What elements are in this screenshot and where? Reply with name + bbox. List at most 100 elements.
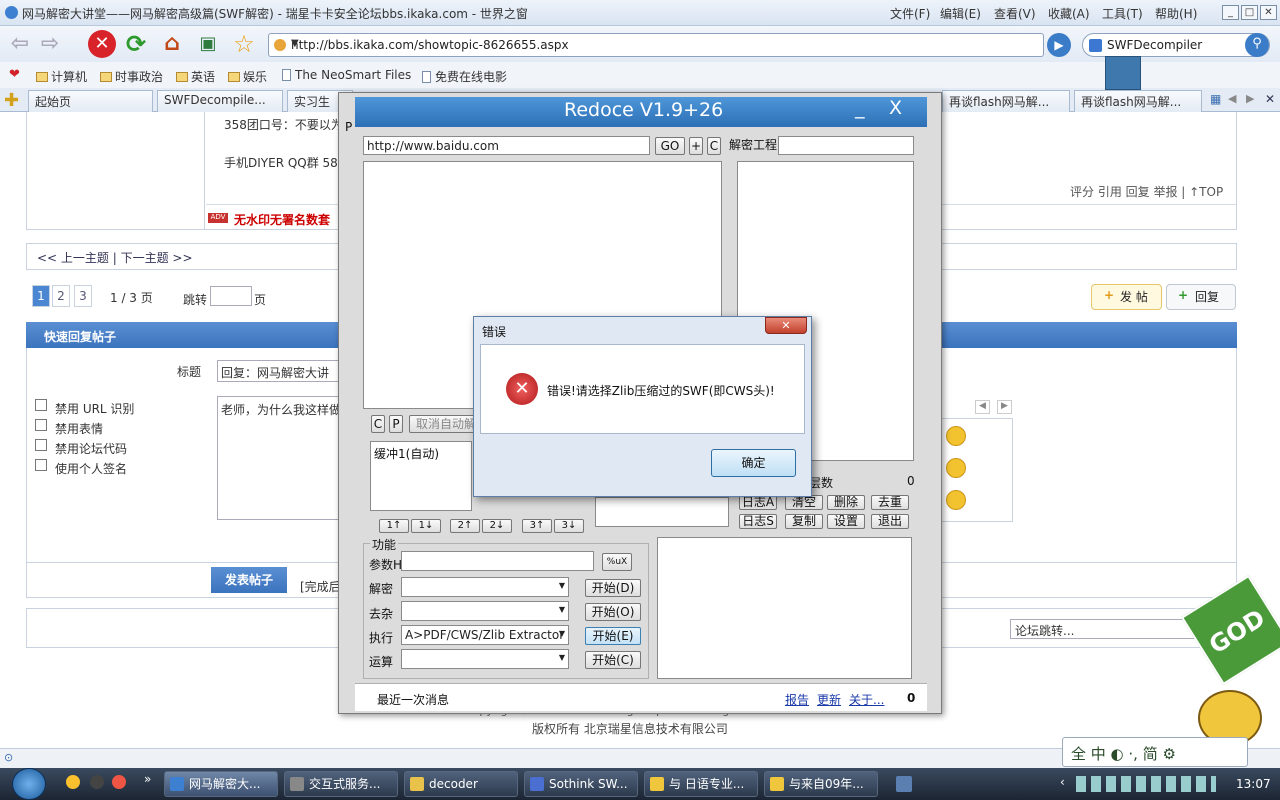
menu-edit[interactable]: 编辑(E) (940, 5, 981, 22)
tab-start-page[interactable]: 起始页 (28, 90, 153, 112)
hidden-list[interactable] (595, 497, 729, 527)
new-post-button[interactable]: 发 帖 (1091, 284, 1162, 310)
address-bar[interactable]: http://bbs.ikaka.com/showtopic-8626655.a… (268, 33, 1044, 57)
start-button[interactable] (12, 768, 46, 800)
log-a-button[interactable]: 日志A (739, 495, 777, 510)
maximize-button[interactable]: □ (1241, 5, 1258, 20)
plus-button[interactable]: + (689, 137, 703, 155)
redoce-url-input[interactable]: http://www.baidu.com (363, 136, 650, 155)
disable-smilies-checkbox[interactable] (35, 419, 47, 431)
dedupe-button[interactable]: 去重 (871, 495, 909, 510)
smiley-icon[interactable] (946, 458, 966, 478)
search-icon[interactable]: ⚲ (1245, 33, 1269, 57)
back-arrow-icon[interactable]: ⇦ (6, 30, 34, 58)
arrow-1-up-button[interactable]: 1↑ (379, 519, 409, 533)
tray-expand-icon[interactable]: ‹ (1060, 775, 1065, 789)
page-3-button[interactable]: 3 (74, 285, 92, 307)
buffer-list[interactable]: 缓冲1(自动) (370, 441, 472, 511)
bookmark-neosmart[interactable]: The NeoSmart Files (282, 68, 411, 82)
redoce-close-button[interactable]: X (889, 97, 902, 119)
bookmark-entertainment[interactable]: 娱乐 (228, 68, 267, 85)
jump-input[interactable] (210, 286, 252, 306)
bookmark-computer[interactable]: 计算机 (36, 68, 87, 85)
menu-help[interactable]: 帮助(H) (1155, 5, 1197, 22)
page-1-button[interactable]: 1 (32, 285, 50, 307)
smilies-next-icon[interactable]: ▶ (997, 400, 1012, 414)
arrow-3-down-button[interactable]: 3↓ (554, 519, 584, 533)
quicklaunch-expand-icon[interactable]: » (144, 772, 151, 786)
menu-favorites[interactable]: 收藏(A) (1048, 5, 1090, 22)
redoce-minimize-button[interactable]: _ (855, 97, 865, 119)
update-link[interactable]: 更新 (817, 691, 841, 708)
refresh-icon[interactable]: ⟳ (122, 30, 150, 58)
menu-tools[interactable]: 工具(T) (1102, 5, 1143, 22)
quicklaunch-icon[interactable] (112, 775, 126, 789)
stop-icon[interactable]: ✕ (88, 30, 116, 58)
close-tab-icon[interactable]: ✕ (1265, 92, 1275, 106)
bookmark-politics[interactable]: 时事政治 (100, 68, 163, 85)
tab-flash-2[interactable]: 再谈flash网马解... (1074, 90, 1202, 112)
bookmark-movies[interactable]: 免费在线电影 (422, 68, 507, 85)
clear-button[interactable]: 清空 (785, 495, 823, 510)
compute-select[interactable]: ▼ (401, 649, 569, 669)
c-small-button[interactable]: C (371, 415, 385, 433)
disable-url-checkbox[interactable] (35, 399, 47, 411)
close-window-button[interactable]: ✕ (1260, 5, 1277, 20)
start-decrypt-button[interactable]: 开始(D) (585, 579, 641, 597)
about-link[interactable]: 关于... (849, 691, 884, 708)
ad-link[interactable]: 无水印无署名数套 (234, 211, 330, 228)
log-textarea[interactable] (657, 537, 912, 679)
p-small-button[interactable]: P (389, 415, 403, 433)
copy-button[interactable]: 复制 (785, 514, 823, 529)
percent-ux-button[interactable]: %uX (602, 553, 632, 571)
exit-button[interactable]: 退出 (871, 514, 909, 529)
go-button[interactable]: ▶ (1047, 33, 1071, 57)
use-signature-checkbox[interactable] (35, 459, 47, 471)
tab-list-icon[interactable]: ▦ (1210, 92, 1221, 106)
redoce-task-icon[interactable] (896, 776, 912, 792)
start-clean-button[interactable]: 开始(O) (585, 603, 641, 621)
smiley-icon[interactable] (946, 426, 966, 446)
smiley-icon[interactable] (946, 490, 966, 510)
arrow-3-up-button[interactable]: 3↑ (522, 519, 552, 533)
task-decoder[interactable]: decoder (404, 771, 518, 797)
project-input[interactable] (778, 136, 914, 155)
start-compute-button[interactable]: 开始(C) (585, 651, 641, 669)
settings-button[interactable]: 设置 (827, 514, 865, 529)
c-button[interactable]: C (707, 137, 721, 155)
param-input[interactable] (401, 551, 594, 571)
report-link[interactable]: 报告 (785, 691, 809, 708)
log-s-button[interactable]: 日志S (739, 514, 777, 529)
home-icon[interactable]: ⌂ (158, 30, 186, 58)
tab-swfdecompiler[interactable]: SWFDecompile... (157, 90, 283, 112)
post-actions[interactable]: 评分 引用 回复 举报 | ↑TOP (1070, 183, 1223, 200)
clean-select[interactable]: ▼ (401, 601, 569, 621)
decrypt-select[interactable]: ▼ (401, 577, 569, 597)
task-japanese[interactable]: 与 日语专业... (644, 771, 758, 797)
task-sothink[interactable]: Sothink SW... (524, 771, 638, 797)
menu-view[interactable]: 查看(V) (994, 5, 1036, 22)
subject-input[interactable]: 回复：网马解密大讲 (217, 360, 339, 382)
ime-toolbar[interactable]: 全 中 ◐ ·, 简 ⚙ (1062, 737, 1248, 767)
forum-jump-select[interactable]: 论坛跳转... (1010, 619, 1196, 639)
arrow-2-up-button[interactable]: 2↑ (450, 519, 480, 533)
tab-scroll-right-icon[interactable]: ▶ (1246, 92, 1254, 105)
task-service[interactable]: 交互式服务... (284, 771, 398, 797)
smilies-prev-icon[interactable]: ◀ (975, 400, 990, 414)
menu-file[interactable]: 文件(F) (890, 5, 930, 22)
task-chat[interactable]: 与来自09年... (764, 771, 878, 797)
tab-flash-1[interactable]: 再谈flash网马解... (942, 90, 1070, 112)
new-tab-plus-icon[interactable]: ✚ (4, 90, 19, 111)
go-url-button[interactable]: GO (655, 137, 685, 155)
address-dropdown-icon[interactable]: ▼ (291, 38, 1039, 49)
search-box[interactable]: SWFDecompiler (1082, 33, 1270, 57)
arrow-1-down-button[interactable]: 1↓ (411, 519, 441, 533)
dialog-close-button[interactable]: ✕ (765, 317, 807, 334)
task-browser[interactable]: 网马解密大... (164, 771, 278, 797)
ok-button[interactable]: 确定 (711, 449, 796, 477)
submit-post-button[interactable]: 发表帖子 (211, 567, 287, 593)
minimize-button[interactable]: _ (1222, 5, 1239, 20)
tray-icons[interactable] (1076, 776, 1216, 792)
delete-button[interactable]: 删除 (827, 495, 865, 510)
execute-select[interactable]: A>PDF/CWS/Zlib Extractor ▼ (401, 625, 569, 645)
